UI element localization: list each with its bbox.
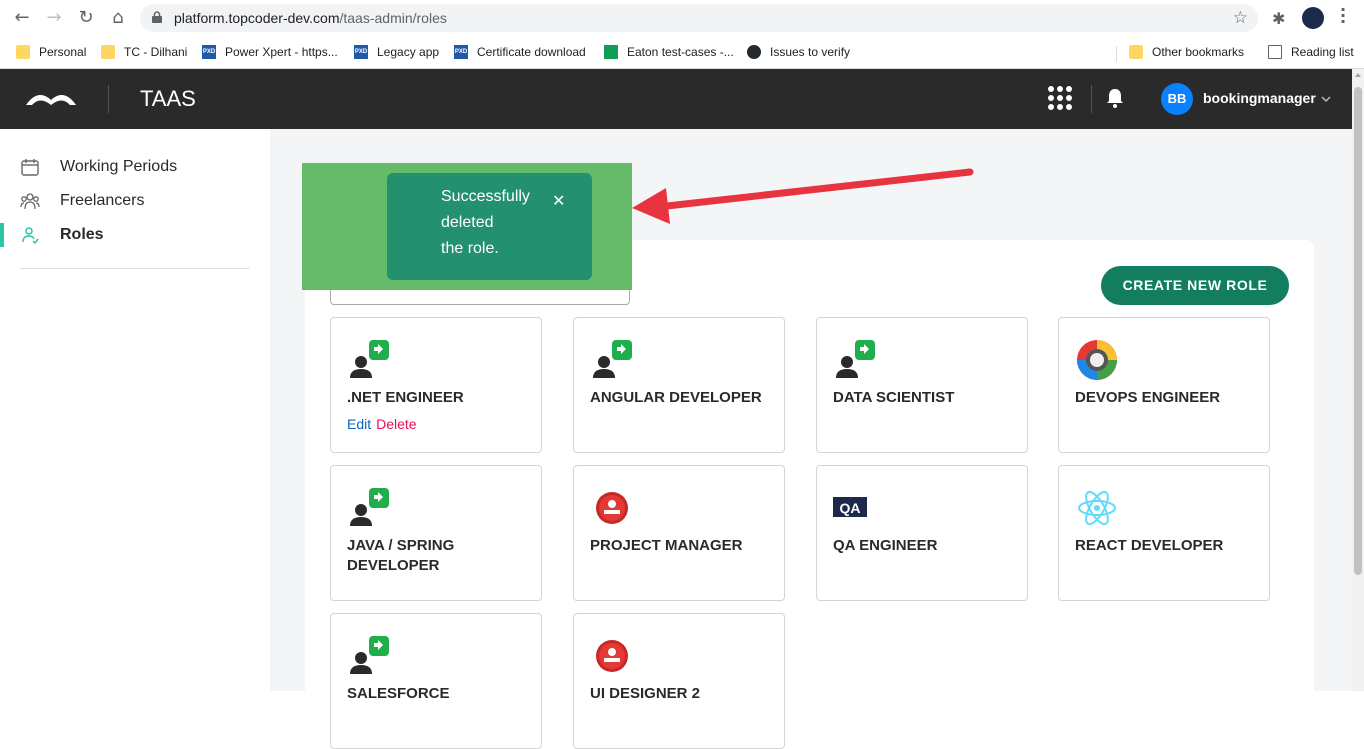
sidebar-item-freelancers[interactable]: Freelancers	[0, 186, 270, 216]
url-text: platform.topcoder-dev.com/taas-admin/rol…	[174, 10, 447, 26]
create-new-role-button[interactable]: CREATE NEW ROLE	[1101, 266, 1289, 305]
role-name: DEVOPS ENGINEER	[1075, 389, 1221, 406]
sheets-icon	[604, 45, 618, 59]
bell-icon[interactable]	[1105, 87, 1125, 109]
avatar[interactable]: BB	[1161, 83, 1193, 115]
devops-icon	[1075, 338, 1119, 382]
browser-menu-icon[interactable]: · · ·	[1340, 2, 1348, 30]
sidebar-item-label: Working Periods	[60, 158, 178, 175]
app-header: TAAS BB bookingmanager	[0, 69, 1352, 129]
role-card[interactable]: DATA SCIENTIST	[816, 317, 1028, 453]
username[interactable]: bookingmanager	[1203, 90, 1316, 106]
close-icon[interactable]: ✕	[552, 188, 565, 214]
toast-message: Successfully deleted the role.	[441, 188, 530, 257]
role-name: JAVA / SPRING DEVELOPER	[347, 537, 455, 574]
sidebar-item-working-periods[interactable]: Working Periods	[0, 152, 270, 182]
role-card[interactable]: SALESFORCE	[330, 613, 542, 749]
topcoder-logo-icon[interactable]	[24, 88, 78, 110]
home-icon[interactable]: ⌂	[108, 8, 128, 28]
edit-link[interactable]: Edit	[347, 416, 371, 432]
role-card[interactable]: JAVA / SPRING DEVELOPER	[330, 465, 542, 601]
reading-list[interactable]: Reading list	[1268, 43, 1354, 61]
role-card[interactable]: REACT DEVELOPER	[1058, 465, 1270, 601]
pxd-icon: PXD	[354, 45, 368, 59]
extensions-icon[interactable]: ✱	[1272, 9, 1285, 28]
browser-toolbar: ← → ↻ ⌂ platform.topcoder-dev.com/taas-a…	[0, 0, 1364, 36]
folder-icon	[101, 45, 115, 59]
role-card[interactable]: ANGULAR DEVELOPER	[573, 317, 785, 453]
red-person-icon	[590, 634, 634, 678]
folder-icon	[1129, 45, 1143, 59]
role-actions: Edit Delete	[347, 416, 417, 432]
delete-link[interactable]: Delete	[376, 416, 416, 432]
role-name: UI DESIGNER 2	[590, 685, 701, 702]
pxd-icon: PXD	[202, 45, 216, 59]
scroll-thumb[interactable]	[1354, 87, 1362, 575]
role-card[interactable]: DEVOPS ENGINEER	[1058, 317, 1270, 453]
red-person-icon	[590, 486, 634, 530]
role-name: ANGULAR DEVELOPER	[590, 389, 762, 406]
forward-icon[interactable]: →	[44, 8, 64, 28]
react-icon	[1075, 486, 1119, 530]
back-icon[interactable]: ←	[12, 8, 32, 28]
developer-icon	[833, 338, 877, 382]
bookmark-item[interactable]: Personal	[16, 43, 86, 61]
chevron-down-icon[interactable]	[1320, 93, 1332, 105]
bookmark-separator	[1116, 46, 1117, 62]
qa-icon: QA	[833, 486, 877, 530]
role-name: QA ENGINEER	[833, 537, 938, 554]
address-bar[interactable]: platform.topcoder-dev.com/taas-admin/rol…	[140, 4, 1258, 32]
other-bookmarks[interactable]: Other bookmarks	[1129, 43, 1244, 61]
developer-icon	[347, 486, 391, 530]
page-scrollbar[interactable]	[1352, 69, 1364, 691]
sidebar: Working Periods Freelancers Roles	[0, 129, 270, 691]
role-name: .NET ENGINEER	[347, 389, 464, 406]
annotation-arrow-icon	[632, 168, 974, 224]
pxd-icon: PXD	[454, 45, 468, 59]
role-name: REACT DEVELOPER	[1075, 537, 1224, 554]
reload-icon[interactable]: ↻	[76, 8, 96, 28]
role-card[interactable]: .NET ENGINEER Edit Delete	[330, 317, 542, 453]
scroll-up-arrow-icon[interactable]	[1355, 73, 1361, 77]
header-divider	[1091, 85, 1092, 113]
role-card[interactable]: PROJECT MANAGER	[573, 465, 785, 601]
developer-icon	[347, 338, 391, 382]
lock-icon	[152, 11, 162, 23]
apps-grid-icon[interactable]	[1048, 86, 1072, 110]
sidebar-divider	[20, 268, 250, 269]
reading-list-icon	[1268, 45, 1282, 59]
role-card[interactable]: UI DESIGNER 2	[573, 613, 785, 749]
success-toast: Successfully deleted the role. ✕	[387, 173, 592, 280]
profile-avatar[interactable]	[1302, 7, 1324, 29]
person-icon	[22, 227, 39, 245]
bookmark-item[interactable]: PXD Power Xpert - https...	[202, 43, 338, 61]
bookmark-item[interactable]: TC - Dilhani	[101, 43, 187, 61]
github-icon	[747, 45, 761, 59]
toast-highlight: Successfully deleted the role. ✕	[302, 163, 632, 290]
role-card[interactable]: QA QA ENGINEER	[816, 465, 1028, 601]
folder-icon	[16, 45, 30, 59]
header-divider	[108, 85, 109, 113]
bookmark-item[interactable]: Issues to verify	[747, 43, 850, 61]
bookmark-item[interactable]: Eaton test-cases -...	[604, 43, 734, 61]
sidebar-item-roles[interactable]: Roles	[0, 220, 270, 250]
bookmarks-bar: Personal TC - Dilhani PXD Power Xpert - h…	[0, 36, 1364, 69]
calendar-icon	[21, 159, 39, 176]
sidebar-item-label: Roles	[60, 226, 104, 243]
developer-icon	[347, 634, 391, 678]
bookmark-star-icon[interactable]: ☆	[1233, 8, 1248, 28]
role-name: PROJECT MANAGER	[590, 537, 743, 554]
bookmark-item[interactable]: PXD Certificate download	[454, 43, 586, 61]
svg-text:QA: QA	[840, 500, 861, 516]
role-name: DATA SCIENTIST	[833, 389, 955, 406]
app-title: TAAS	[140, 86, 196, 111]
developer-icon	[590, 338, 634, 382]
people-icon	[20, 193, 40, 210]
sidebar-item-label: Freelancers	[60, 192, 145, 209]
active-indicator	[0, 223, 4, 247]
bookmark-item[interactable]: PXD Legacy app	[354, 43, 439, 61]
role-name: SALESFORCE	[347, 685, 450, 702]
